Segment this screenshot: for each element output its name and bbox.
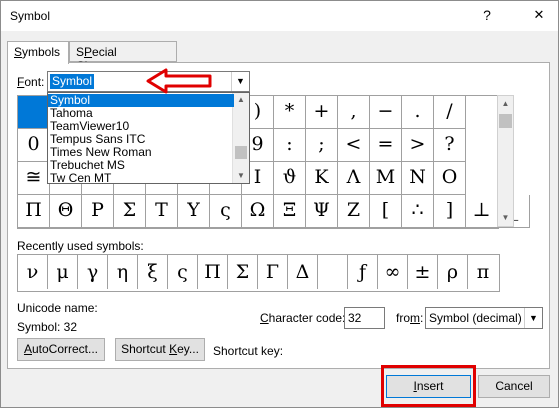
symbol-cell[interactable]: Ψ	[306, 195, 338, 228]
symbol-cell[interactable]: =	[370, 129, 402, 162]
symbol-cell[interactable]: :	[274, 129, 306, 162]
recent-symbol-cell[interactable]: ƒ	[348, 255, 378, 289]
symbol-cell[interactable]: Π	[18, 195, 50, 228]
shortcut-key-button[interactable]: Shortcut Key...	[115, 338, 205, 361]
symbol-cell[interactable]: ς	[210, 195, 242, 228]
scroll-up-icon[interactable]: ▲	[233, 93, 249, 107]
font-label: Font:	[17, 75, 45, 89]
scroll-down-icon[interactable]: ▼	[498, 210, 513, 226]
symbol-cell[interactable]: Τ	[146, 195, 178, 228]
recent-symbol-cell[interactable]: π	[468, 255, 498, 289]
autocorrect-button[interactable]: AutoCorrect...	[17, 338, 105, 361]
symbol-cell[interactable]: ϑ	[274, 162, 306, 195]
symbol-grid-scrollbar[interactable]: ▲ ▼	[497, 95, 514, 227]
recent-symbol-cell[interactable]: μ	[48, 255, 78, 289]
symbol-cell[interactable]: Θ	[50, 195, 82, 228]
tab-special-accel: P	[84, 45, 93, 59]
tab-symbols[interactable]: Symbols	[7, 41, 69, 64]
title-bar: Symbol ? ✕	[1, 1, 558, 31]
tab-special-prefix: S	[76, 45, 85, 59]
symbol-cell[interactable]: ;	[306, 129, 338, 162]
symbol-cell[interactable]: Ζ	[338, 195, 370, 228]
font-list-item[interactable]: Tw Cen MT	[48, 172, 234, 185]
symbol-cell[interactable]: 0	[18, 129, 50, 162]
symbol-cell[interactable]: Μ	[370, 162, 402, 195]
symbol-cell[interactable]: Λ	[338, 162, 370, 195]
scroll-up-icon[interactable]: ▲	[498, 96, 513, 112]
scroll-thumb[interactable]	[499, 114, 512, 128]
symbol-cell[interactable]: *	[274, 96, 306, 129]
tab-symbols-accel: S	[14, 45, 23, 59]
symbol-cell[interactable]: <	[338, 129, 370, 162]
recent-symbol-cell[interactable]: ρ	[438, 255, 468, 289]
symbol-cell[interactable]: Ω	[242, 195, 274, 228]
tab-special-characters[interactable]: SPecial Characters	[69, 41, 177, 73]
help-button[interactable]: ?	[475, 5, 499, 25]
symbol-cell[interactable]: ?	[434, 129, 466, 162]
symbol-cell[interactable]: Ρ	[82, 195, 114, 228]
symbol-cell[interactable]: ≅	[18, 162, 50, 195]
recent-symbol-cell[interactable]: Σ	[228, 255, 258, 289]
font-list-scrollbar[interactable]: ▲ ▼	[232, 93, 249, 183]
recent-symbol-cell[interactable]: ν	[18, 255, 48, 289]
chevron-down-icon[interactable]: ▼	[231, 72, 249, 91]
recent-symbols[interactable]: ν μ γ η ξ ς Π Σ Γ Δƒ ∞ ± ρ π	[17, 254, 500, 292]
unicode-name-label: Unicode name:	[17, 301, 98, 315]
symbol-cell[interactable]: Ο	[434, 162, 466, 195]
recent-symbol-cell[interactable]: ∞	[378, 255, 408, 289]
recent-symbol-cell[interactable]: ξ	[138, 255, 168, 289]
from-select[interactable]: Symbol (decimal) ▼	[425, 307, 543, 329]
recent-symbol-cell[interactable]: γ	[78, 255, 108, 289]
recent-label: Recently used symbols:	[17, 239, 144, 253]
recent-symbol-cell[interactable]: Δ	[288, 255, 318, 289]
recent-symbol-cell[interactable]: Π	[198, 255, 228, 289]
symbol-cell[interactable]: Ξ	[274, 195, 306, 228]
character-code-input[interactable]: 32	[344, 307, 385, 329]
scroll-down-icon[interactable]: ▼	[233, 169, 249, 183]
symbol-cell[interactable]: −	[370, 96, 402, 129]
symbol-cell[interactable]	[18, 96, 50, 129]
symbol-dialog: Symbol ? ✕ Symbols SPecial Characters Fo…	[0, 0, 559, 408]
symbol-cell[interactable]: /	[434, 96, 466, 129]
recent-symbol-cell[interactable]	[318, 255, 348, 289]
symbol-cell[interactable]: Υ	[178, 195, 210, 228]
symbol-cell[interactable]: ]	[434, 195, 466, 228]
symbol-cell[interactable]: Κ	[306, 162, 338, 195]
dialog-title: Symbol	[10, 9, 51, 23]
recent-symbol-cell[interactable]: ±	[408, 255, 438, 289]
red-arrow-annotation	[146, 68, 212, 94]
symbol-cell[interactable]: ⊥	[466, 195, 498, 228]
symbol-cell[interactable]: ,	[338, 96, 370, 129]
symbol-cell[interactable]: +	[306, 96, 338, 129]
symbol-cell[interactable]: Σ	[114, 195, 146, 228]
from-label: from:	[396, 311, 424, 325]
close-button[interactable]: ✕	[527, 5, 551, 25]
symbol-cell[interactable]: Ν	[402, 162, 434, 195]
recent-symbol-cell[interactable]: η	[108, 255, 138, 289]
scroll-thumb[interactable]	[235, 146, 247, 159]
symbol-cell[interactable]: [	[370, 195, 402, 228]
font-dropdown-list[interactable]: ▲ ▼ Symbol Tahoma TeamViewer10 Tempus Sans …	[47, 92, 250, 185]
chevron-down-icon[interactable]: ▼	[524, 308, 542, 328]
insert-highlight-box	[381, 365, 476, 407]
character-code-label: Character code:	[260, 311, 346, 325]
symbol-cell[interactable]: >	[402, 129, 434, 162]
symbol-cell[interactable]: ∴	[402, 195, 434, 228]
recent-symbol-cell[interactable]: ς	[168, 255, 198, 289]
font-value: Symbol	[50, 74, 95, 89]
tab-symbols-label: ymbols	[22, 45, 61, 59]
from-value: Symbol (decimal)	[429, 311, 522, 325]
cancel-button[interactable]: Cancel	[478, 375, 550, 398]
unicode-name-value: Symbol: 32	[17, 320, 78, 334]
shortcut-key-label: Shortcut key:	[213, 344, 284, 358]
symbol-cell[interactable]: .	[402, 96, 434, 129]
recent-symbol-cell[interactable]: Γ	[258, 255, 288, 289]
